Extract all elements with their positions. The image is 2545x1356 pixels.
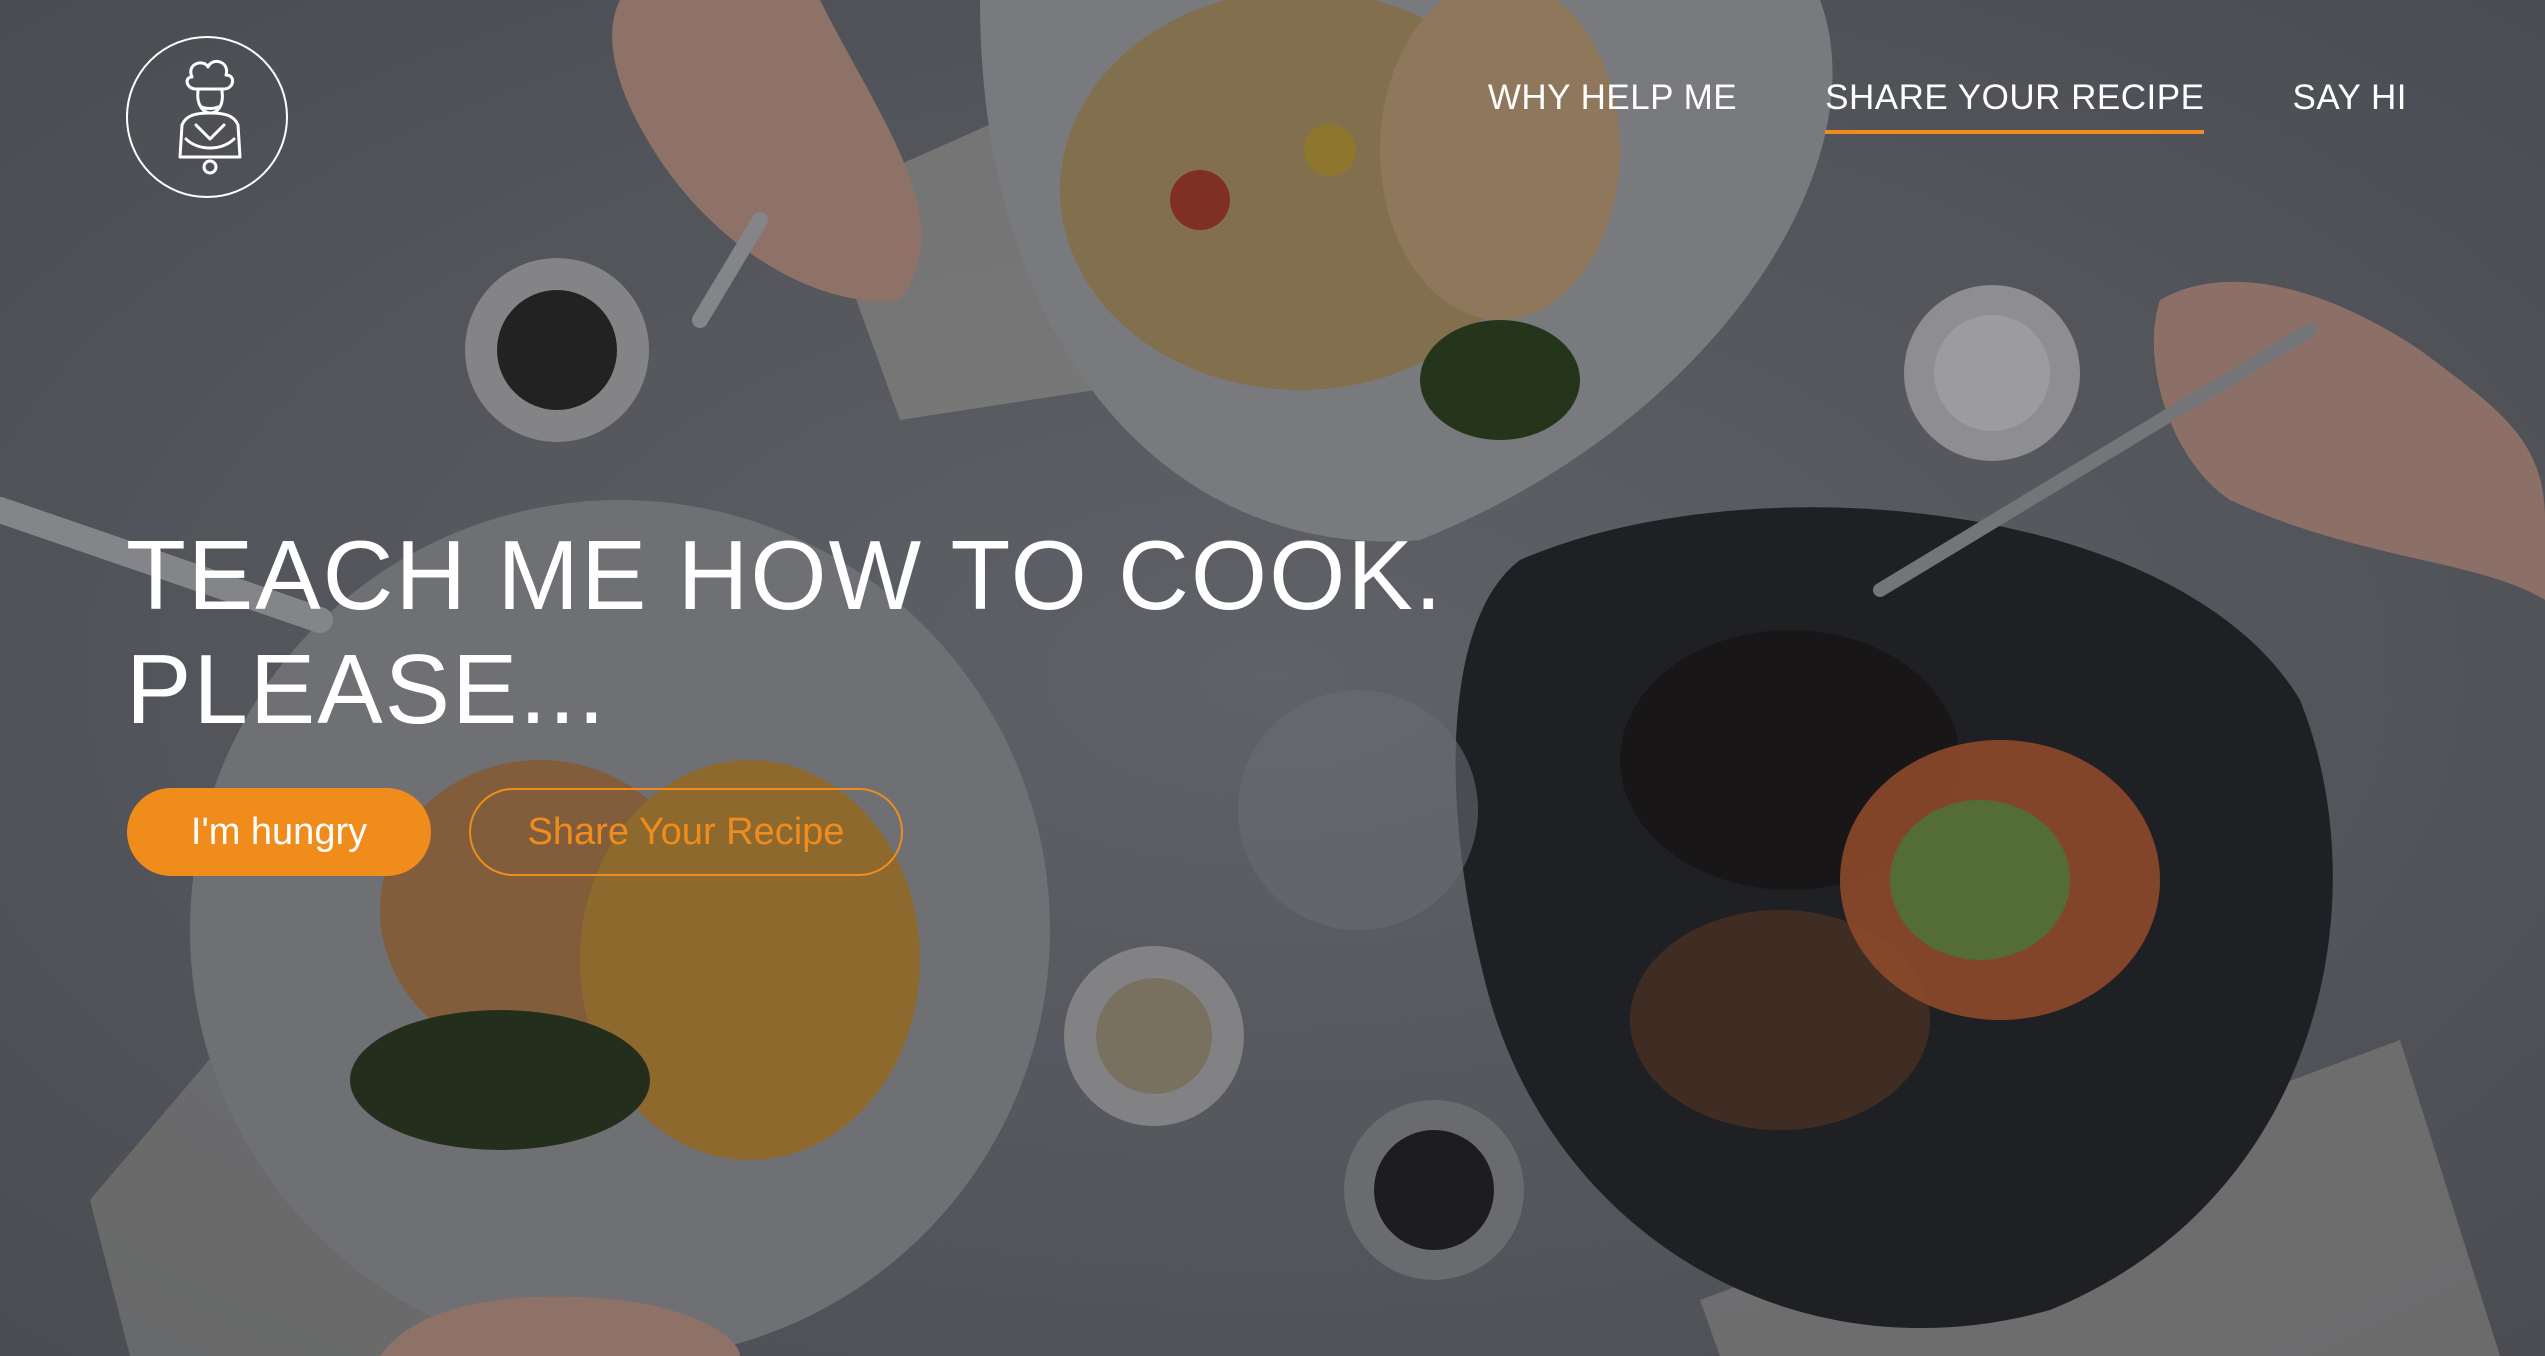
main-nav: WHY HELP ME SHARE YOUR RECIPE SAY HI bbox=[1488, 78, 2407, 134]
im-hungry-button[interactable]: I'm hungry bbox=[127, 788, 431, 876]
chef-icon bbox=[152, 55, 262, 180]
share-recipe-button[interactable]: Share Your Recipe bbox=[469, 788, 903, 876]
nav-item-why-help-me[interactable]: WHY HELP ME bbox=[1488, 78, 1737, 130]
hero-title: TEACH ME HOW TO COOK. PLEASE... bbox=[126, 518, 1444, 746]
nav-item-say-hi[interactable]: SAY HI bbox=[2292, 78, 2407, 130]
hero-title-line-2: PLEASE... bbox=[126, 634, 608, 744]
brand-logo[interactable] bbox=[126, 36, 288, 198]
nav-item-share-your-recipe[interactable]: SHARE YOUR RECIPE bbox=[1825, 78, 2205, 134]
hero-title-line-1: TEACH ME HOW TO COOK. bbox=[126, 520, 1444, 630]
